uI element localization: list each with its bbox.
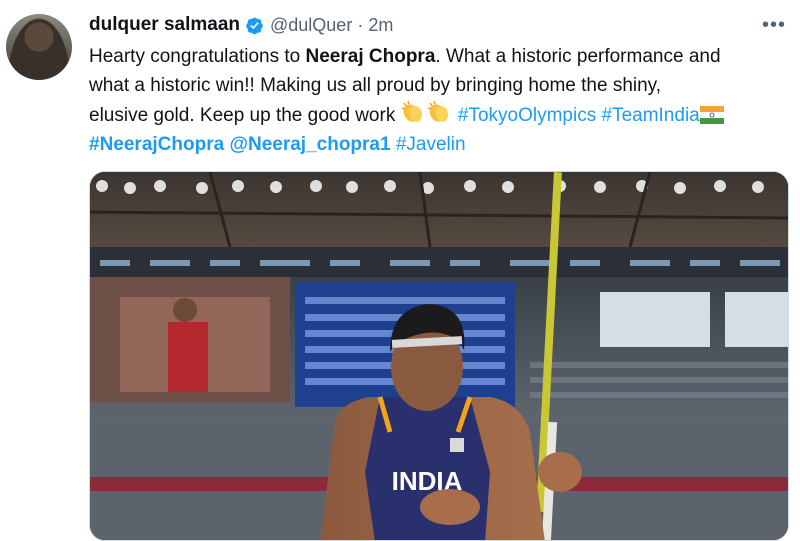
more-options-icon[interactable]: •••	[762, 14, 786, 37]
bold-name: Neeraj Chopra	[305, 46, 436, 67]
hashtag-neerajchopra[interactable]: #NeerajChopra	[89, 134, 224, 155]
author-name[interactable]: dulquer salmaan	[89, 14, 240, 36]
india-flag-icon	[699, 106, 724, 124]
text-segment: Hearty congratulations to	[89, 46, 306, 67]
tweet-photo[interactable]: INDIA	[89, 171, 789, 541]
hashtag-teamindia[interactable]: #TeamIndia	[602, 105, 700, 126]
separator-dot: ·	[357, 14, 364, 35]
clapping-hands-icon	[401, 100, 422, 122]
avatar[interactable]	[6, 14, 72, 80]
author-handle[interactable]: @dulQuer	[270, 15, 352, 36]
tweet-text: Hearty congratulations to Neeraj Chopra.…	[89, 42, 789, 159]
hashtag-tokyoolympics[interactable]: #TokyoOlympics	[458, 105, 596, 126]
text-segment: elusive gold. Keep up the good work	[89, 105, 401, 126]
stadium-photo: INDIA	[90, 172, 788, 540]
clapping-hands-icon	[427, 100, 448, 122]
verified-badge-icon	[246, 17, 263, 34]
tweet-header: dulquer salmaan @dulQuer · 2m	[89, 11, 393, 39]
text-segment: . What a historic performance and	[435, 46, 721, 67]
tweet-line-4: #NeerajChopra @Neeraj_chopra1 #Javelin	[89, 130, 789, 159]
tweet-line-2: what a historic win!! Making us all prou…	[89, 75, 662, 96]
mention-neeraj[interactable]: @Neeraj_chopra1	[229, 134, 390, 155]
timestamp[interactable]: 2m	[368, 15, 393, 36]
tweet-line-3: elusive gold. Keep up the good work #Tok…	[89, 100, 789, 130]
tweet-line-1: Hearty congratulations to Neeraj Chopra.…	[89, 42, 789, 71]
hashtag-javelin[interactable]: #Javelin	[396, 134, 466, 155]
